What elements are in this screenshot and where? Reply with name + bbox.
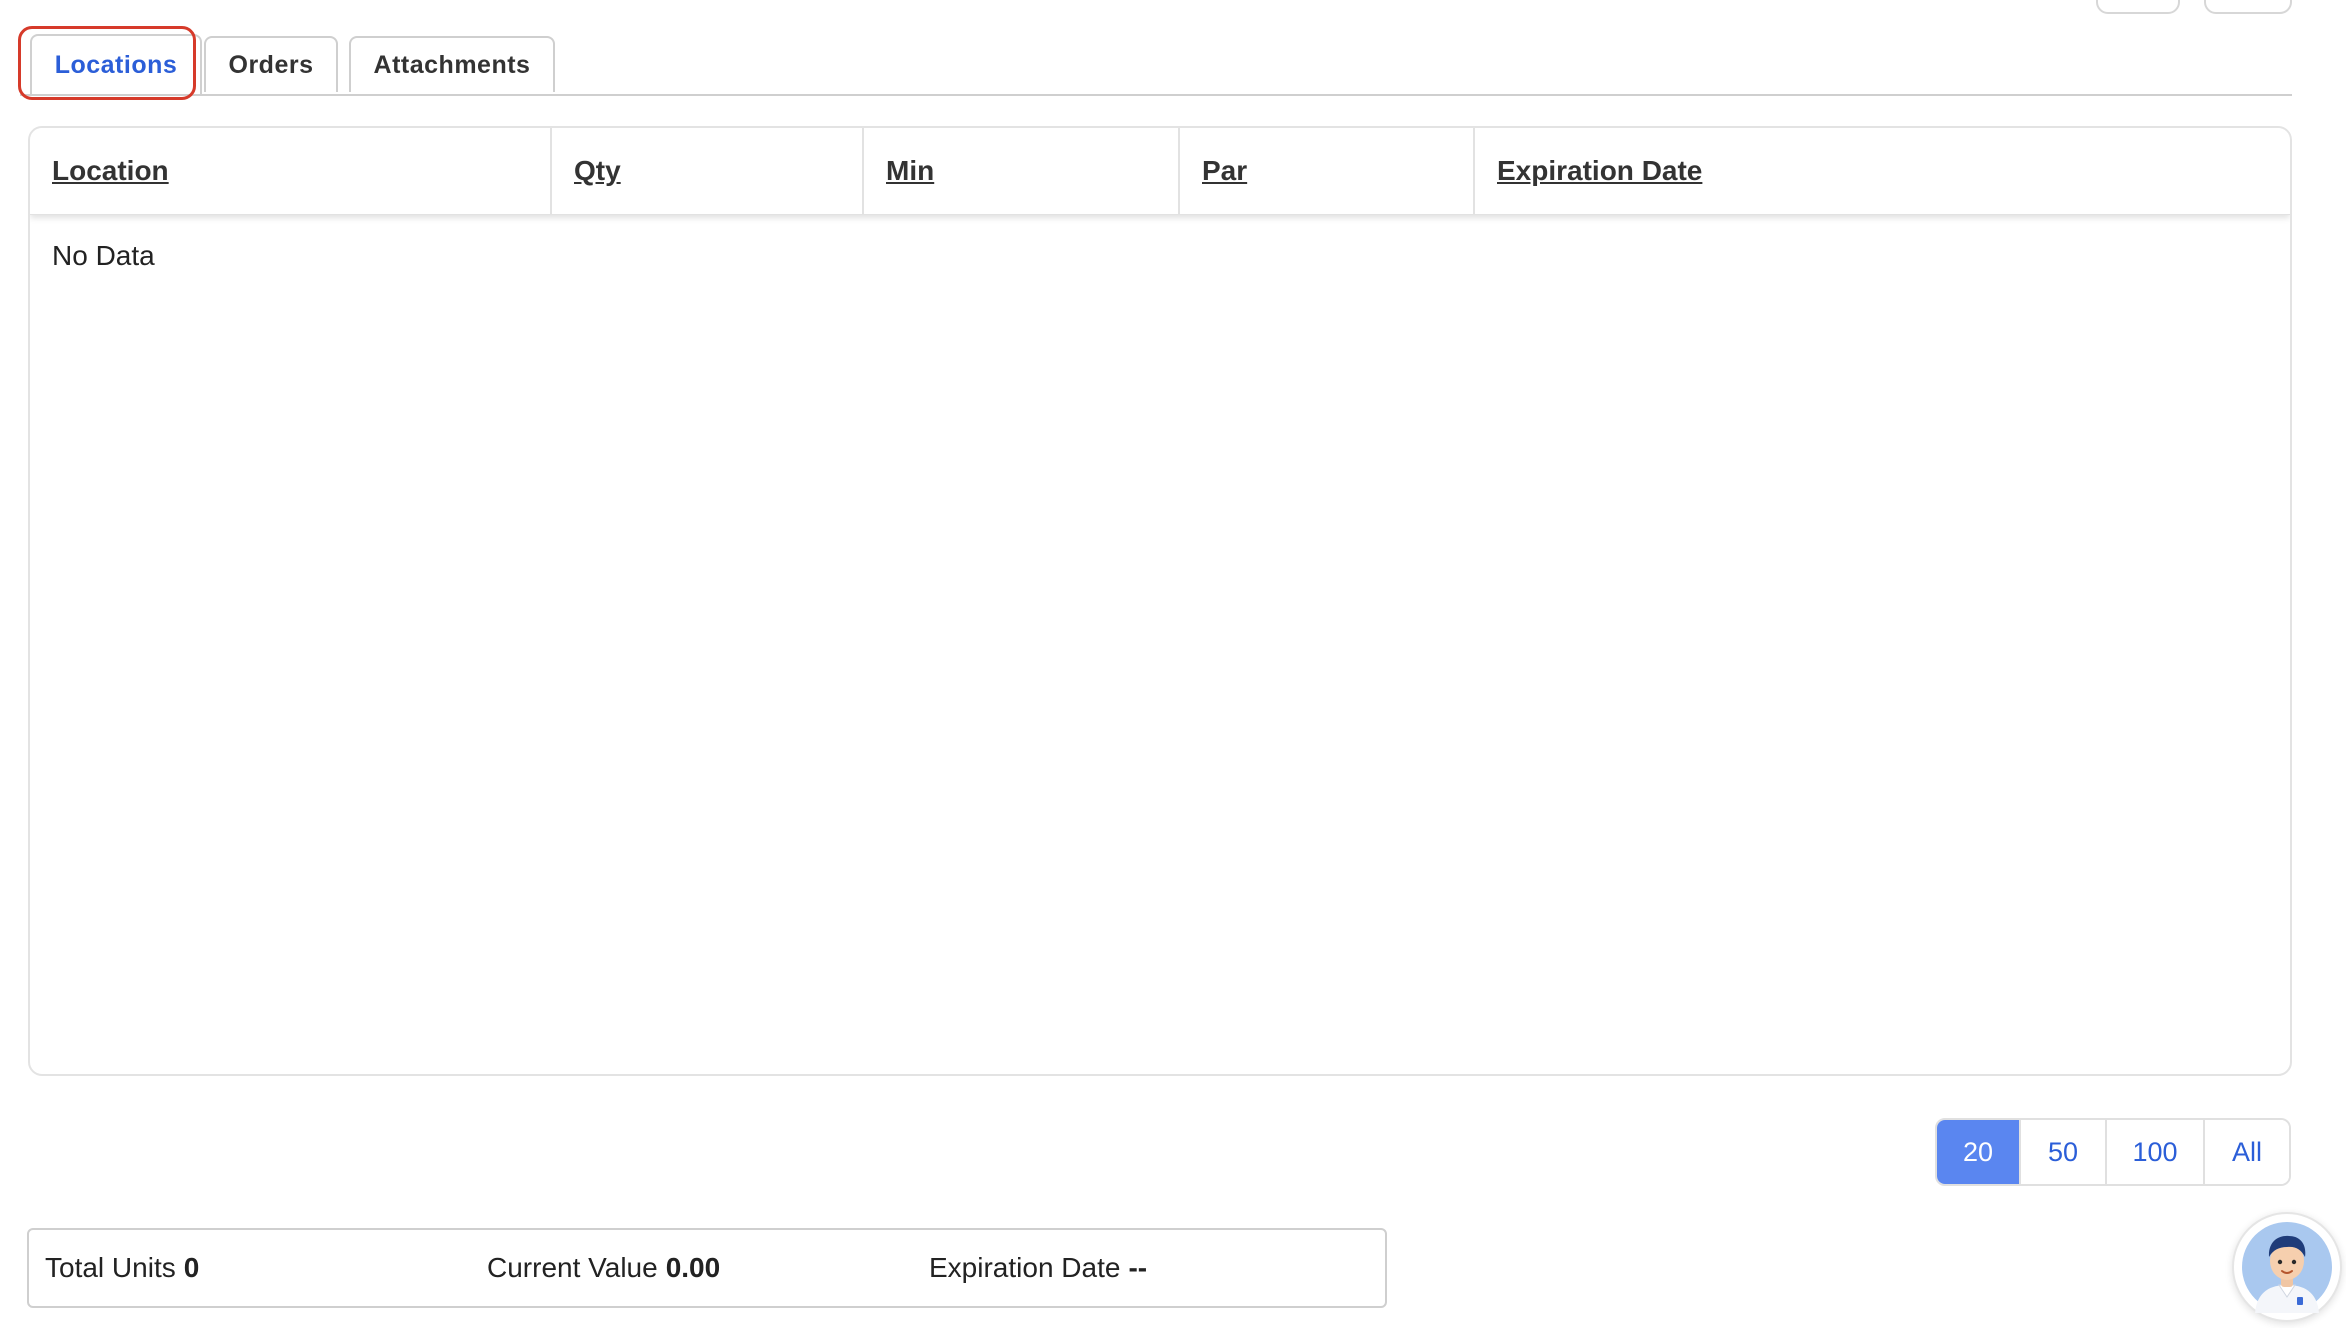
column-header-label: Par [1202,155,1248,186]
total-units-value: 0 [183,1252,200,1283]
locations-table: Location Qty Min Par Expiration Date No … [28,126,2292,1076]
tab-locations[interactable]: Locations [30,34,202,94]
top-action-button-2[interactable] [2204,0,2292,14]
page-size-20-button[interactable]: 20 [1937,1120,2019,1184]
expiration-date-summary: Expiration Date -- [929,1230,1147,1306]
current-value-value: 0.00 [665,1252,721,1283]
page-size-selector: 20 50 100 All [1935,1118,2291,1186]
column-header-min[interactable]: Min [864,128,1180,214]
expiration-date-value: -- [1128,1252,1148,1283]
tab-orders-label: Orders [228,50,314,79]
top-action-button-1[interactable] [2096,0,2180,14]
column-header-qty[interactable]: Qty [552,128,864,214]
inventory-summary-bar: Total Units 0 Current Value 0.00 Expirat… [27,1228,1387,1308]
column-header-location[interactable]: Location [30,128,552,214]
column-header-expiration-date[interactable]: Expiration Date [1475,128,2290,214]
assistant-avatar-button[interactable] [2232,1212,2342,1322]
tab-orders[interactable]: Orders [204,36,338,92]
tab-attachments[interactable]: Attachments [349,36,555,92]
total-units-label: Total Units [45,1252,176,1283]
column-header-par[interactable]: Par [1180,128,1475,214]
tab-bar: Locations Orders Attachments [18,26,2292,100]
current-value-summary: Current Value 0.00 [487,1230,720,1306]
page-size-all-button[interactable]: All [2203,1120,2289,1184]
page-size-100-button[interactable]: 100 [2105,1120,2203,1184]
empty-table-message: No Data [52,240,155,271]
column-header-label: Qty [574,155,621,186]
column-header-label: Location [52,155,169,186]
total-units-summary: Total Units 0 [45,1230,199,1306]
assistant-avatar-icon [2242,1222,2332,1313]
expiration-date-label: Expiration Date [929,1252,1121,1283]
current-value-label: Current Value [487,1252,658,1283]
tab-locations-label: Locations [54,50,178,79]
table-header: Location Qty Min Par Expiration Date [30,128,2290,215]
column-header-label: Expiration Date [1497,155,1703,186]
page-size-50-button[interactable]: 50 [2019,1120,2105,1184]
column-header-label: Min [886,155,935,186]
tab-attachments-label: Attachments [373,50,531,79]
